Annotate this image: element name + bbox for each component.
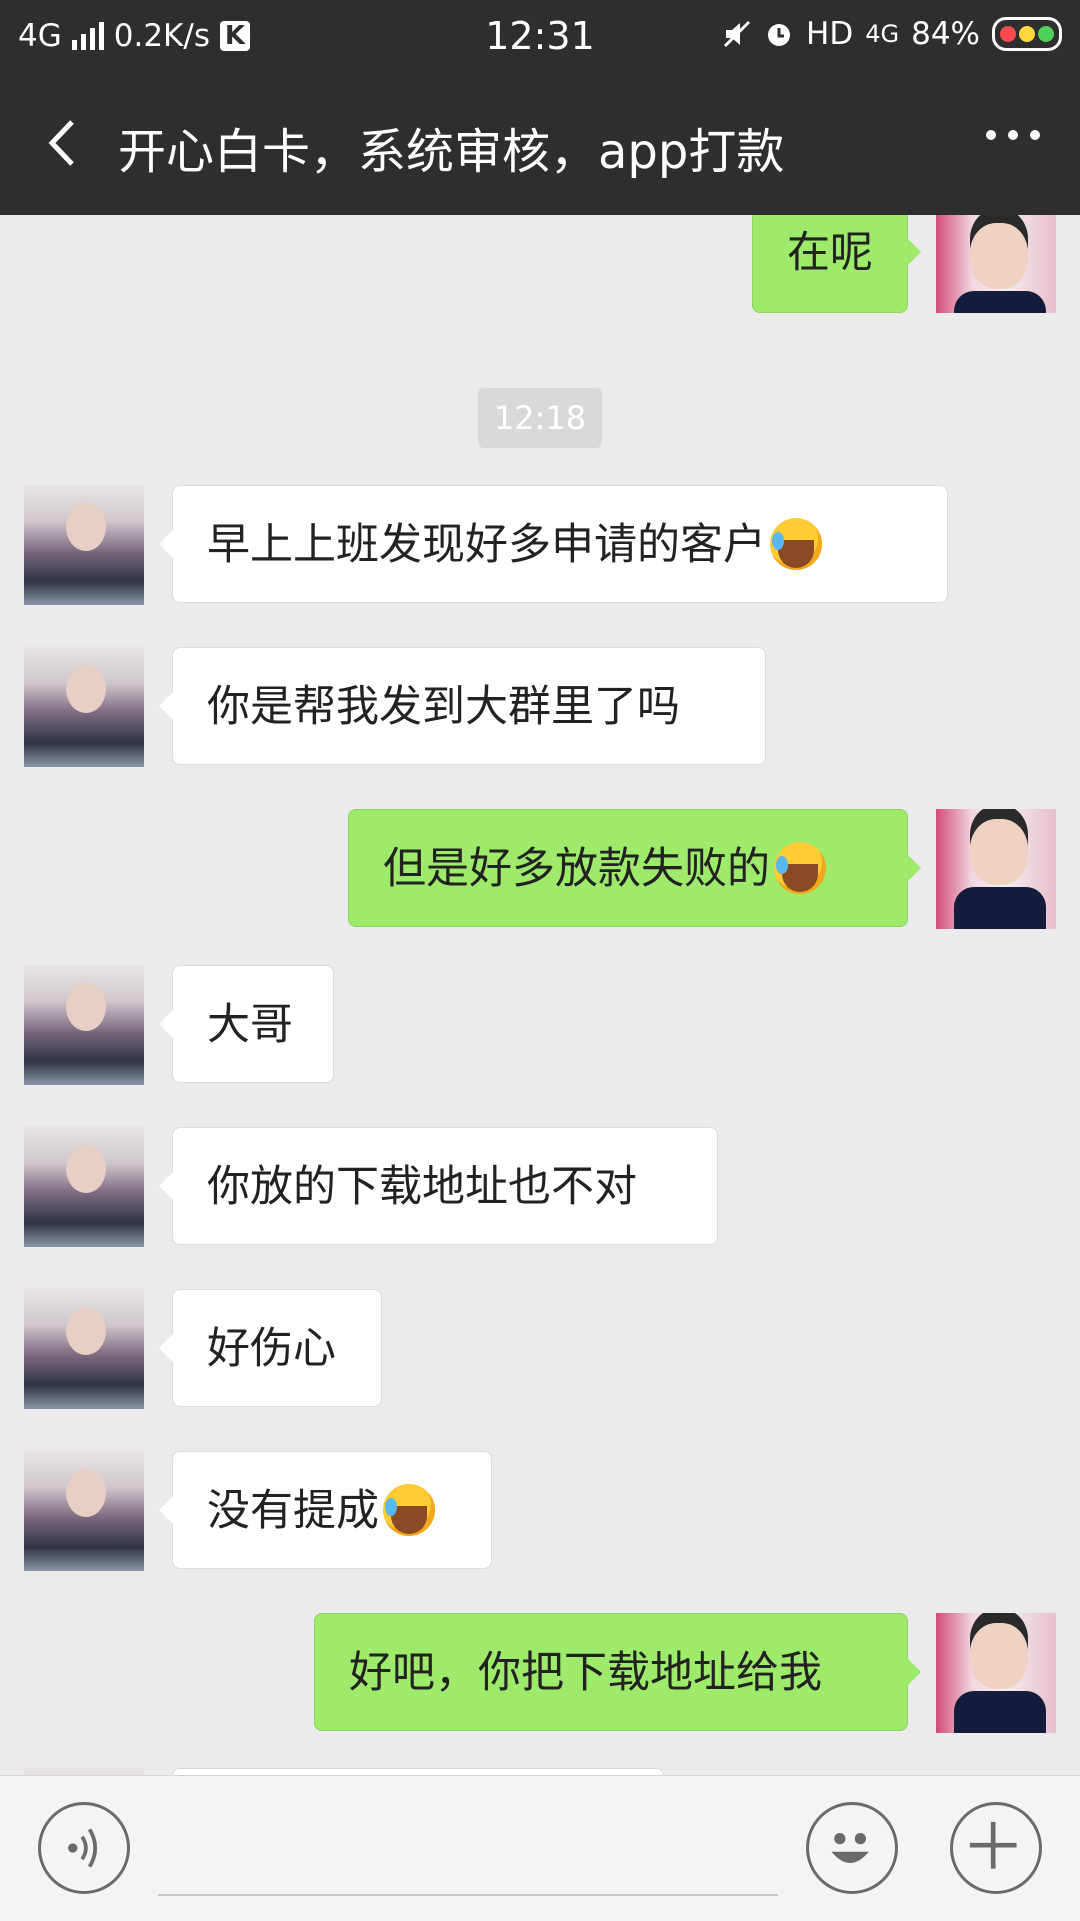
title-bar: 开心白卡，系统审核，app打款 [0,72,1080,215]
message-text: 早上上班发现好多申请的客户 [207,520,766,570]
avatar-contact[interactable] [24,1768,144,1775]
message-text: 你是帮我发到大群里了吗 [207,682,680,732]
voice-button[interactable] [38,1802,130,1894]
avatar-contact[interactable] [24,1127,144,1247]
hd-indicator: HD [806,16,854,52]
message-bubble-incoming[interactable]: 早上上班发现好多申请的客户 [159,485,948,603]
avatar-self[interactable] [936,1613,1056,1733]
avatar-contact[interactable] [24,965,144,1085]
message-bubble-outgoing[interactable]: 好吧，你把下载地址给我 [314,1613,921,1731]
message-text: 但是好多放款失败的 [383,844,770,894]
message-text: 好伤心 [207,1324,336,1374]
message-text: 在呢 [787,228,873,278]
back-arrow-icon[interactable] [40,118,90,168]
message-bubble-incoming[interactable] [172,1768,664,1775]
message-bubble-incoming[interactable]: 你是帮我发到大群里了吗 [159,647,766,765]
message-timestamp: 12:18 [478,388,602,448]
mute-icon [723,20,751,48]
avatar-contact[interactable] [24,1451,144,1571]
face-with-tears-icon [383,1483,435,1536]
message-bubble-incoming[interactable]: 没有提成 [159,1451,492,1569]
message-text: 好吧，你把下载地址给我 [349,1648,822,1698]
avatar-contact[interactable] [24,647,144,767]
battery-icon [992,17,1062,51]
battery-percent: 84% [911,16,980,52]
message-text: 你放的下载地址也不对 [207,1162,637,1212]
voice-icon [68,1828,98,1868]
face-with-tears-icon [774,841,826,894]
emoji-button[interactable] [806,1802,898,1894]
message-input[interactable] [158,1894,778,1896]
message-bubble-incoming[interactable]: 大哥 [159,965,334,1083]
face-with-tears-icon [770,517,822,570]
more-icon[interactable] [986,130,1040,140]
chat-area[interactable]: 在呢 12:18 早上上班发现好多申请的客户 你是帮我发到大群里了吗 但是好多放… [0,215,1080,1775]
message-bubble-incoming[interactable]: 好伤心 [159,1289,382,1407]
avatar-self[interactable] [936,215,1056,313]
message-bubble-incoming[interactable]: 你放的下载地址也不对 [159,1127,718,1245]
avatar-contact[interactable] [24,1289,144,1409]
smiley-icon [831,1833,869,1863]
message-text: 大哥 [207,1000,293,1050]
alarm-icon [768,24,791,46]
input-bar [0,1775,1080,1921]
plus-icon [969,1821,1017,1869]
message-bubble-outgoing[interactable]: 在呢 [752,215,921,313]
avatar-contact[interactable] [24,485,144,605]
add-button[interactable] [950,1802,1042,1894]
network-type-2: 4G [865,20,900,48]
message-text: 没有提成 [207,1486,379,1536]
message-bubble-outgoing[interactable]: 但是好多放款失败的 [348,809,921,927]
status-bar: 4G 0.2K/s K 12:31 HD 4G 84% [0,0,1080,72]
chat-title: 开心白卡，系统审核，app打款 [118,124,785,180]
avatar-self[interactable] [936,809,1056,929]
